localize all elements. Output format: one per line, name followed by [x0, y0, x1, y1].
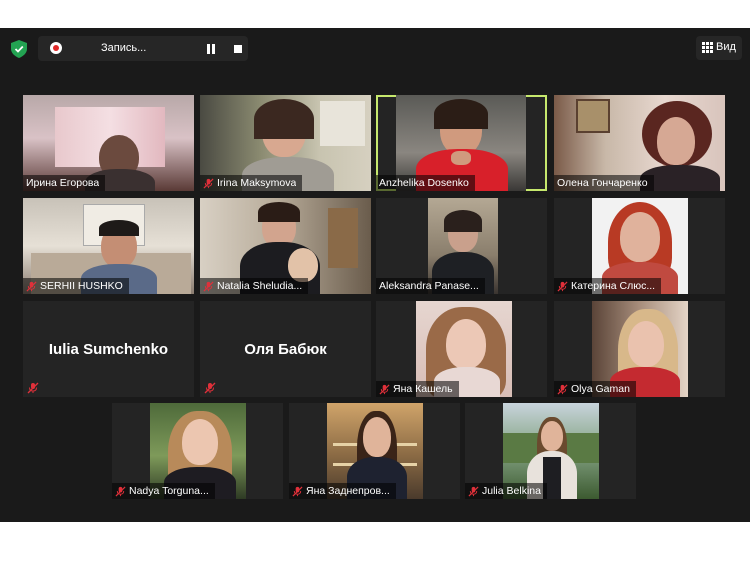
muted-mic-icon	[557, 280, 568, 292]
meeting-top-bar: Запись... Вид	[0, 28, 750, 68]
participant-tile-video-off[interactable]: Iulia Sumchenko	[23, 301, 194, 397]
pause-recording-button[interactable]	[203, 41, 219, 57]
participant-tile[interactable]: Natalia Sheludia...	[200, 198, 371, 294]
muted-mic-icon	[26, 280, 37, 292]
participant-tile[interactable]: Nadya Torguna...	[112, 403, 283, 499]
participant-name-tag: Катерина Слюс...	[554, 278, 662, 294]
participant-tile[interactable]: Яна Заднепров...	[289, 403, 460, 499]
participant-tile[interactable]: Irina Maksymova	[200, 95, 371, 191]
participant-name-tag: Олена Гончаренко	[554, 175, 654, 191]
view-button[interactable]: Вид	[696, 36, 742, 60]
muted-mic-icon	[557, 383, 568, 395]
participant-tile-video-off[interactable]: Оля Бабюк	[200, 301, 371, 397]
muted-mic-icon	[379, 383, 390, 395]
gallery-grid-icon	[702, 42, 713, 53]
participant-tile[interactable]: SERHII HUSHKO	[23, 198, 194, 294]
participant-name: Яна Кашель	[393, 383, 453, 395]
participant-display-name: Iulia Sumchenko	[48, 341, 169, 358]
participant-tile[interactable]: Julia Belkina	[465, 403, 636, 499]
participant-tile[interactable]: Яна Кашель	[376, 301, 547, 397]
participant-name-tag: Яна Кашель	[376, 381, 459, 397]
zoom-meeting-window: Запись... Вид Ирина Егорова Irina Maksym…	[0, 28, 750, 522]
participant-name-tag: Irina Maksymova	[200, 175, 303, 191]
participant-name-tag: SERHII HUSHKO	[23, 278, 129, 294]
stop-recording-button[interactable]	[230, 41, 246, 57]
shield-icon[interactable]	[11, 40, 27, 58]
participant-name-tag: Nadya Torguna...	[112, 483, 215, 499]
participant-name: Natalia Sheludia...	[217, 280, 303, 292]
participant-name-tag: Ирина Егорова	[23, 175, 106, 191]
participant-tile[interactable]: Aleksandra Panase...	[376, 198, 547, 294]
participant-name: Julia Belkina	[482, 485, 541, 497]
participant-name: Anzhelika Dosenko	[379, 177, 469, 189]
muted-mic-icon	[27, 382, 39, 394]
participant-name-tag: Anzhelika Dosenko	[376, 175, 475, 191]
record-icon	[50, 42, 62, 54]
view-label: Вид	[716, 41, 736, 53]
participant-tile-active-speaker[interactable]: Anzhelika Dosenko	[376, 95, 547, 191]
participant-name: Olya Gaman	[571, 383, 630, 395]
participant-name: Irina Maksymova	[217, 177, 297, 189]
participant-name: Яна Заднепров...	[306, 485, 390, 497]
participant-name-tag: Aleksandra Panase...	[376, 278, 485, 294]
recording-label: Запись...	[101, 42, 147, 54]
muted-mic-icon	[203, 177, 214, 189]
recording-indicator: Запись...	[38, 36, 248, 61]
participant-name: Катерина Слюс...	[571, 280, 656, 292]
participant-tile[interactable]: Катерина Слюс...	[554, 198, 725, 294]
muted-mic-icon	[292, 485, 303, 497]
participant-name: Олена Гончаренко	[557, 177, 648, 189]
participant-name: Ирина Егорова	[26, 177, 100, 189]
participant-tile[interactable]: Олена Гончаренко	[554, 95, 725, 191]
participant-tile[interactable]: Olya Gaman	[554, 301, 725, 397]
muted-mic-icon	[203, 280, 214, 292]
muted-mic-icon	[115, 485, 126, 497]
participant-name-tag: Olya Gaman	[554, 381, 636, 397]
muted-mic-icon	[468, 485, 479, 497]
muted-mic-icon	[204, 382, 216, 394]
participant-tile[interactable]: Ирина Егорова	[23, 95, 194, 191]
participant-name-tag: Natalia Sheludia...	[200, 278, 309, 294]
participant-name: Aleksandra Panase...	[379, 280, 479, 292]
participant-name-tag: Яна Заднепров...	[289, 483, 396, 499]
participant-name: Nadya Torguna...	[129, 485, 209, 497]
participant-display-name: Оля Бабюк	[244, 341, 327, 358]
participant-name-tag: Julia Belkina	[465, 483, 547, 499]
participant-name: SERHII HUSHKO	[40, 280, 123, 292]
